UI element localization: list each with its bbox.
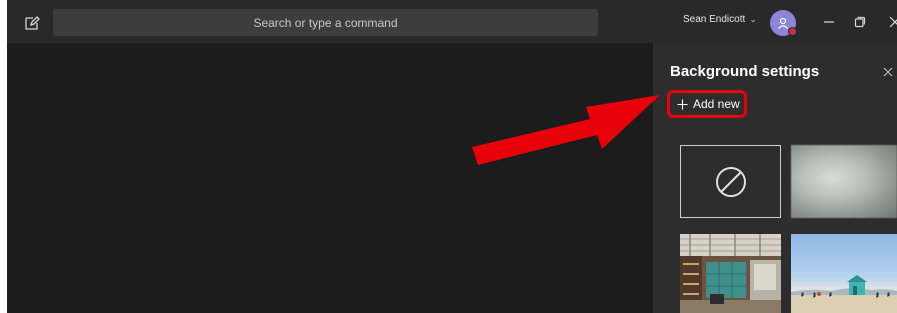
compose-icon[interactable] [21, 12, 43, 34]
beach-image [791, 275, 897, 313]
annotation-arrow [472, 95, 660, 165]
title-bar: Search or type a command Sean Endicott ⌄ [7, 0, 897, 43]
panel-title: Background settings [670, 63, 820, 80]
add-new-label: Add new [693, 97, 740, 111]
background-settings-panel: Background settings Add new [653, 43, 897, 313]
office-image [680, 234, 781, 313]
presence-busy-badge [788, 27, 797, 36]
restore-icon[interactable] [850, 12, 870, 32]
close-icon[interactable] [885, 12, 897, 32]
background-tile-beach[interactable] [791, 234, 897, 313]
minimize-icon[interactable] [819, 12, 839, 32]
search-placeholder: Search or type a command [253, 15, 398, 30]
background-tile-none[interactable] [680, 145, 781, 218]
plus-icon [677, 99, 688, 110]
teams-window: Search or type a command Sean Endicott ⌄ … [7, 0, 897, 313]
search-input[interactable]: Search or type a command [53, 9, 598, 36]
background-tile-blur[interactable] [791, 145, 897, 218]
video-stage [7, 43, 653, 313]
no-background-icon [715, 166, 746, 197]
background-tile-office[interactable] [680, 234, 781, 313]
panel-close-icon[interactable] [881, 65, 895, 79]
chevron-down-icon: ⌄ [749, 14, 757, 24]
user-name: Sean Endicott [683, 14, 746, 25]
add-new-button[interactable]: Add new [667, 90, 747, 118]
user-menu[interactable]: Sean Endicott ⌄ [683, 14, 757, 25]
